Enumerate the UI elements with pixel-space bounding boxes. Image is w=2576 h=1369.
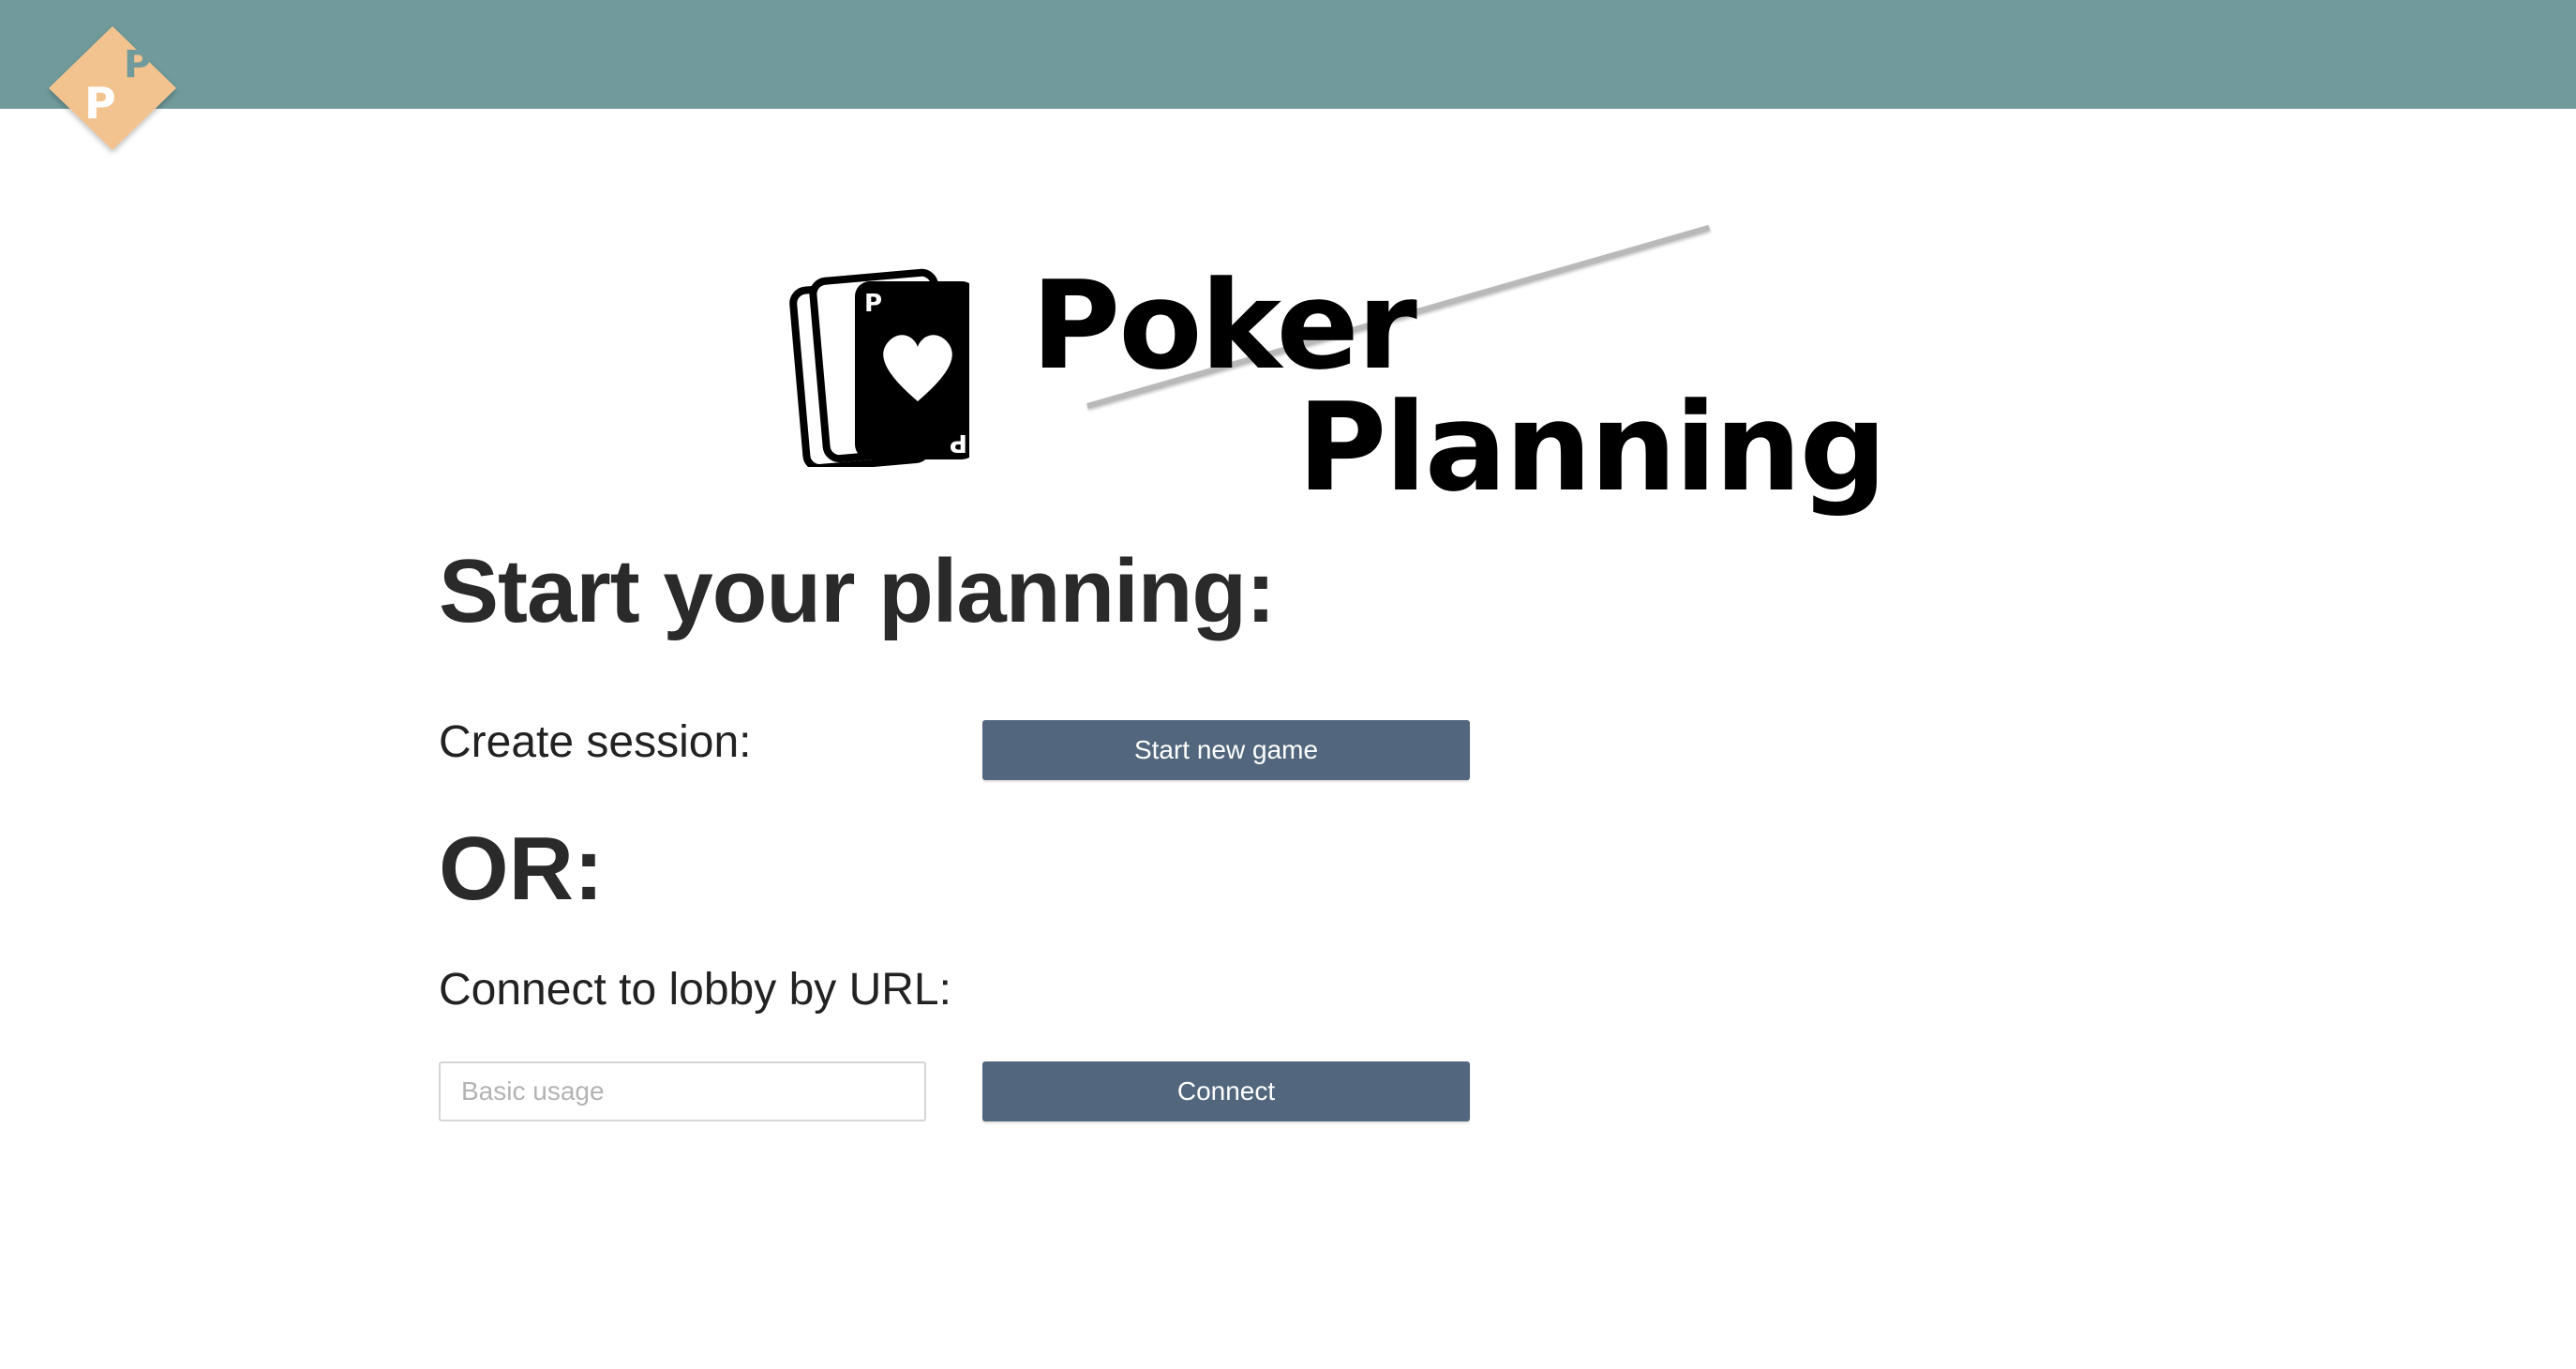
top-navbar	[0, 0, 2576, 109]
app-logo-icon[interactable]: P P	[37, 21, 187, 161]
connect-button[interactable]: Connect	[982, 1061, 1470, 1121]
page-title: Start your planning:	[439, 541, 1276, 641]
start-new-game-button[interactable]: Start new game	[982, 720, 1470, 780]
lobby-url-input[interactable]	[439, 1061, 926, 1121]
connect-lobby-label: Connect to lobby by URL:	[439, 965, 951, 1015]
playing-cards-heart-icon: P P	[789, 268, 969, 467]
card-letter-top: P	[864, 290, 882, 318]
create-session-label: Create session:	[439, 717, 752, 767]
or-divider-text: OR:	[439, 819, 604, 919]
logo-title-poker: Poker	[1031, 254, 1417, 397]
logo-letter-back: P	[124, 43, 151, 86]
logo-title-planning: Planning	[1297, 376, 1887, 519]
logo-letter-front: P	[84, 78, 116, 128]
card-letter-bottom: P	[950, 429, 967, 457]
